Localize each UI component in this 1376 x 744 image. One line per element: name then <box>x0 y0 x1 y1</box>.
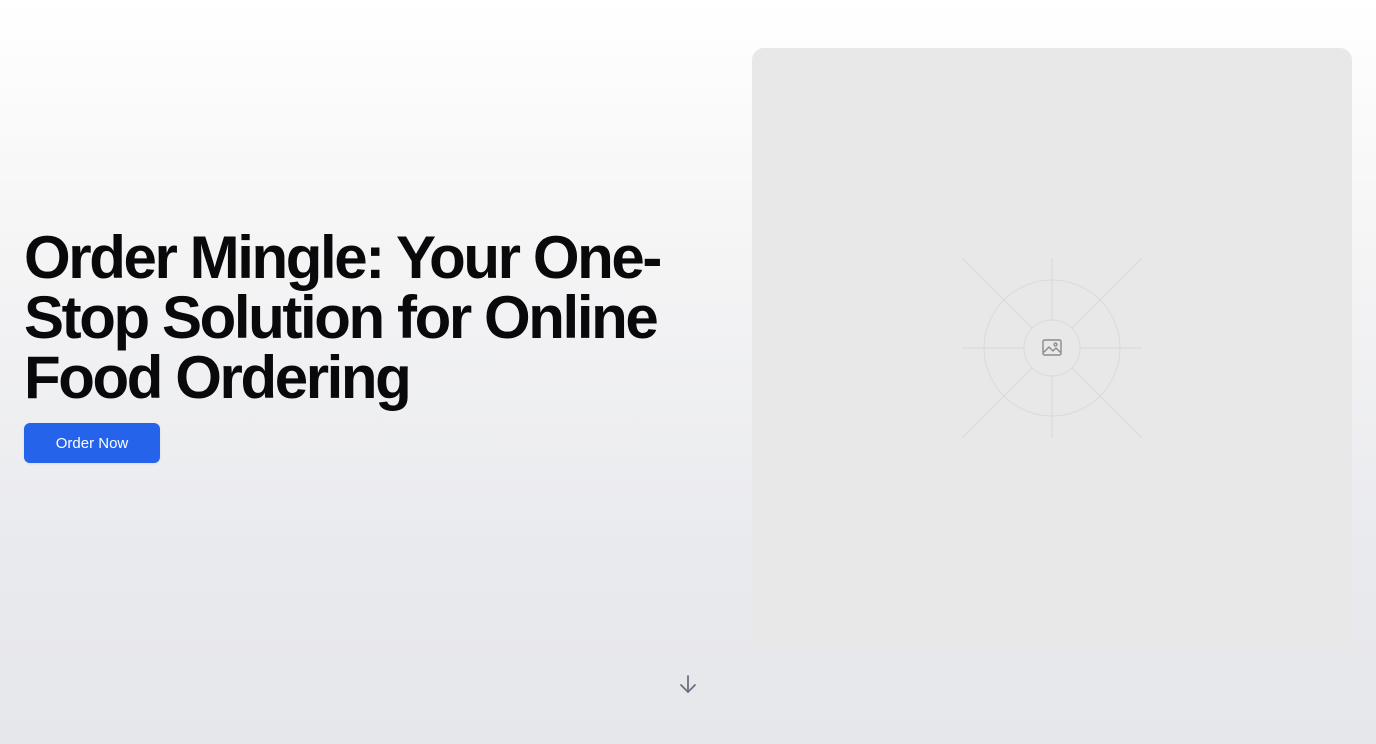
hero-content: Order Mingle: Your One-Stop Solution for… <box>24 228 724 463</box>
hero-title: Order Mingle: Your One-Stop Solution for… <box>24 224 662 411</box>
order-now-button[interactable]: Order Now <box>24 423 160 463</box>
hero-image-placeholder <box>752 48 1352 648</box>
placeholder-graphic <box>961 257 1143 439</box>
arrow-down-icon[interactable] <box>676 672 700 696</box>
